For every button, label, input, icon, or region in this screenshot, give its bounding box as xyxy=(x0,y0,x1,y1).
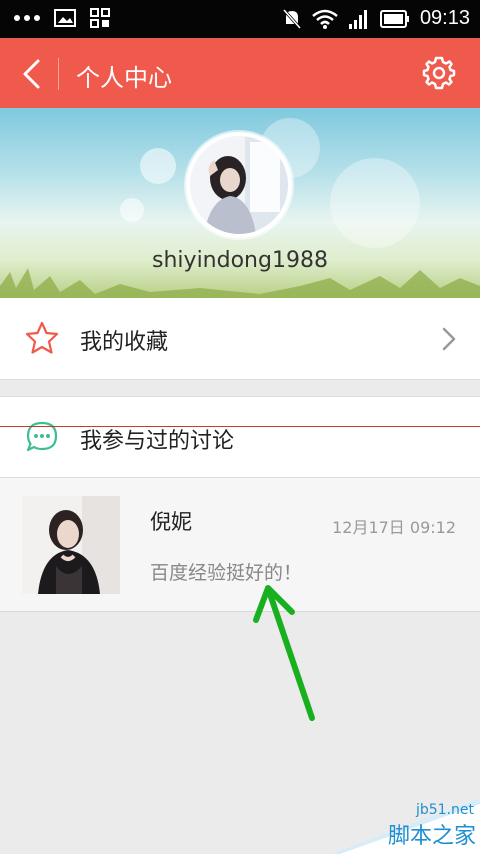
watermark-url: jb51.net xyxy=(415,802,474,818)
image-icon xyxy=(54,9,76,27)
post-author: 倪妮 xyxy=(150,510,192,534)
more-dots-icon xyxy=(14,15,40,21)
chat-bubble-icon xyxy=(26,421,58,452)
back-chevron-icon[interactable] xyxy=(14,56,50,92)
profile-header: shiyindong1988 xyxy=(0,108,480,298)
status-bar: 09:13 xyxy=(0,0,480,38)
favorites-row[interactable]: 我的收藏 xyxy=(0,298,480,380)
annotation-line xyxy=(0,426,480,427)
status-time: 09:13 xyxy=(419,7,470,29)
watermark-name: 脚本之家 xyxy=(387,824,476,849)
wifi-icon xyxy=(312,9,338,29)
star-outline-icon xyxy=(25,321,59,354)
chevron-right-icon xyxy=(442,327,456,351)
post-author-avatar xyxy=(22,496,120,594)
app-bar: 个人中心 xyxy=(0,38,480,108)
grid-app-icon xyxy=(90,8,110,28)
discussions-label: 我参与过的讨论 xyxy=(80,429,235,454)
annotation-arrow xyxy=(253,585,315,721)
avatar-photo xyxy=(190,136,288,234)
avatar[interactable] xyxy=(186,132,292,238)
list-item[interactable]: 倪妮 12月17日 09:12 百度经验挺好的！ xyxy=(0,478,480,612)
favorites-label: 我的收藏 xyxy=(80,330,169,355)
post-timestamp: 12月17日 09:12 xyxy=(332,518,456,537)
mute-icon xyxy=(282,8,302,29)
discussions-row[interactable]: 我参与过的讨论 xyxy=(0,396,480,478)
username: shiyindong1988 xyxy=(152,248,328,273)
battery-icon xyxy=(379,9,409,28)
app-bar-divider xyxy=(58,58,59,90)
page-title: 个人中心 xyxy=(76,64,172,92)
gear-icon[interactable] xyxy=(422,56,456,90)
signal-icon xyxy=(348,9,367,29)
